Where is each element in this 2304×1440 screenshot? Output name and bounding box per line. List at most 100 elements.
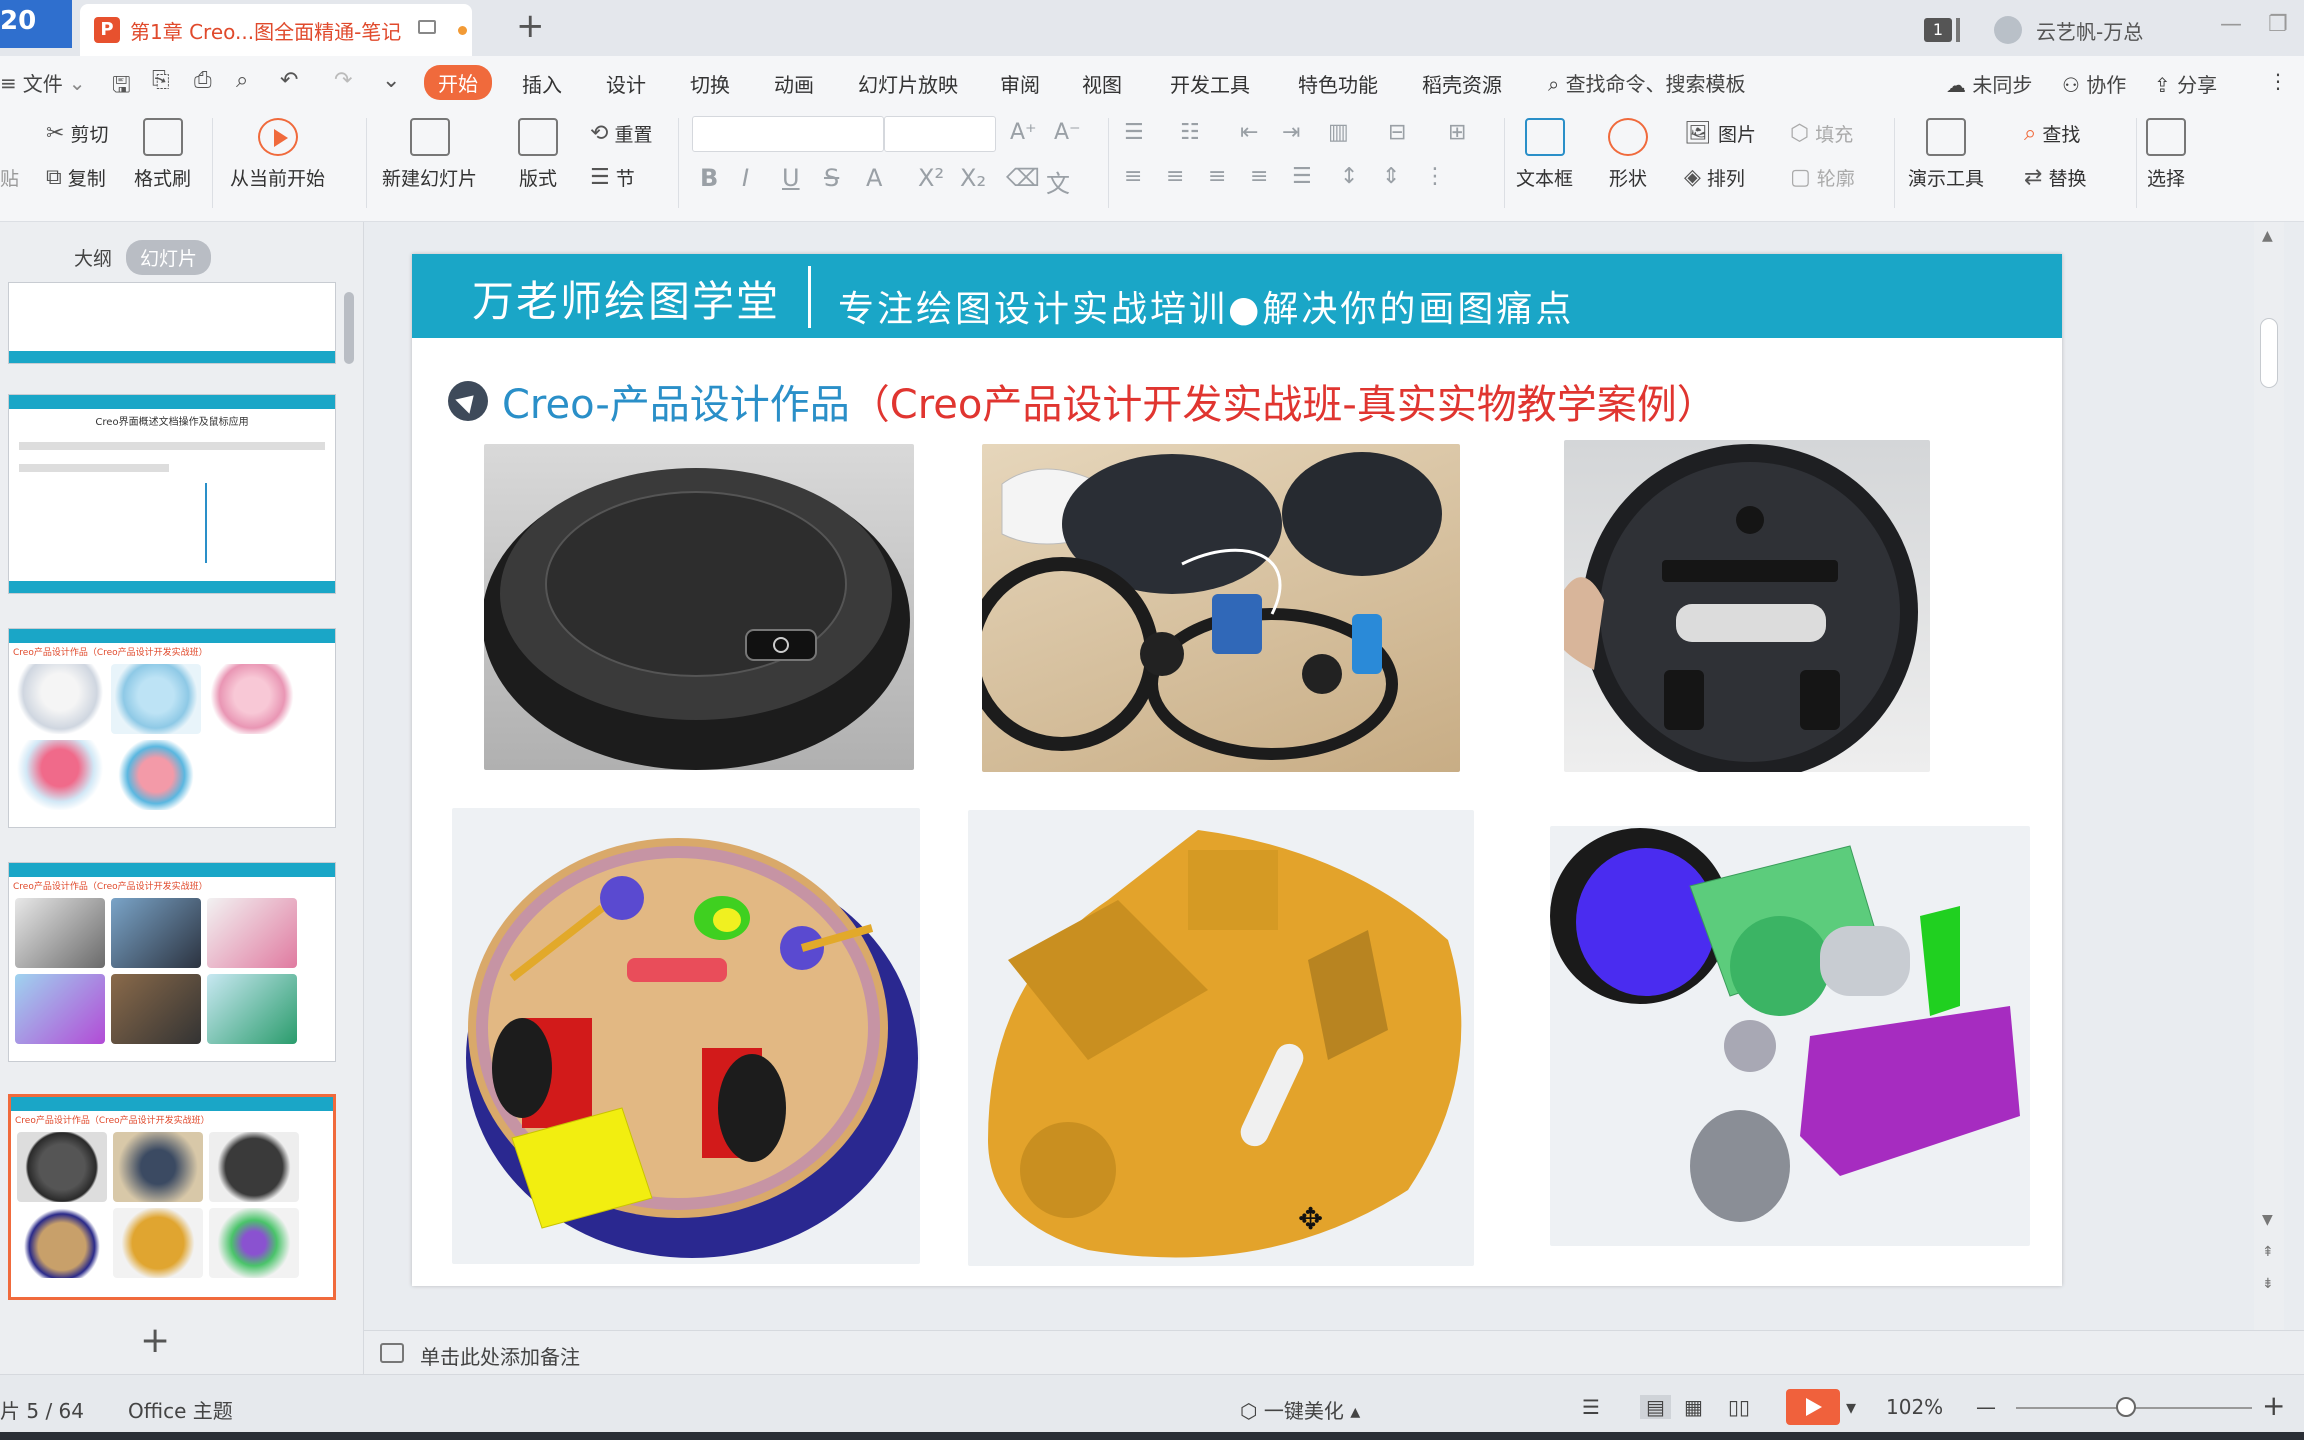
robot-vacuum-photo[interactable] bbox=[484, 444, 914, 770]
layout-button[interactable]: 版式 bbox=[518, 118, 558, 191]
print-preview-icon[interactable]: ⌕ bbox=[236, 68, 248, 93]
notes-pane[interactable]: 单击此处添加备注 bbox=[364, 1330, 2304, 1374]
paragraph-settings-icon[interactable]: ⋮ bbox=[1424, 164, 1446, 189]
decrease-indent-icon[interactable]: ⇤ bbox=[1240, 120, 1258, 145]
previous-slide-icon[interactable]: ⇞ bbox=[2262, 1244, 2274, 1260]
normal-view-icon[interactable]: ▤ bbox=[1640, 1395, 1671, 1419]
select-button[interactable]: 选择 bbox=[2146, 118, 2186, 191]
tab-transition[interactable]: 切换 bbox=[690, 69, 730, 98]
strikethrough-icon[interactable]: S bbox=[824, 164, 839, 192]
italic-icon[interactable]: I bbox=[742, 164, 749, 192]
slide-title[interactable]: Creo-产品设计作品 （Creo产品设计开发实战班-真实实物教学案例） bbox=[448, 372, 1717, 430]
panel-scrollbar[interactable] bbox=[344, 292, 354, 364]
scrollbar-thumb[interactable] bbox=[2260, 318, 2278, 388]
slideshow-play-button[interactable] bbox=[1786, 1389, 1840, 1425]
slide-vertical-scrollbar[interactable]: ▲ ▼ ⇞ ⇟ bbox=[2254, 222, 2284, 1330]
outline-button[interactable]: ▢ 轮廓 bbox=[1790, 164, 1855, 191]
replace-button[interactable]: ⇄ 替换 bbox=[2024, 164, 2086, 191]
increase-indent-icon[interactable]: ⇥ bbox=[1282, 120, 1300, 145]
phonetic-icon[interactable]: 文 bbox=[1046, 164, 1070, 199]
slide-thumbnail-5[interactable]: Creo产品设计作品（Creo产品设计开发实战班） bbox=[8, 1094, 336, 1300]
tab-developer[interactable]: 开发工具 bbox=[1170, 69, 1250, 98]
next-slide-icon[interactable]: ⇟ bbox=[2262, 1276, 2274, 1292]
bullets-icon[interactable]: ☰ bbox=[1124, 120, 1144, 145]
distribute-icon[interactable]: ☰ bbox=[1292, 164, 1312, 189]
zoom-out-icon[interactable]: — bbox=[1976, 1395, 1996, 1419]
underline-icon[interactable]: U bbox=[782, 164, 800, 192]
align-center-icon[interactable]: ≡ bbox=[1166, 164, 1184, 189]
tab-docer[interactable]: 稻壳资源 bbox=[1422, 69, 1502, 98]
tab-view[interactable]: 视图 bbox=[1082, 69, 1122, 98]
slide-thumbnail-2[interactable]: Creo界面概述文档操作及鼠标应用 bbox=[8, 394, 336, 594]
command-search[interactable]: ⌕ 查找命令、搜索模板 bbox=[1548, 68, 1746, 97]
copy-button[interactable]: ⧉ 复制 bbox=[46, 164, 106, 191]
user-name[interactable]: 云艺帆-万总 bbox=[2036, 16, 2143, 45]
tab-animation[interactable]: 动画 bbox=[774, 69, 814, 98]
format-painter-button[interactable]: 格式刷 bbox=[134, 118, 191, 191]
cut-button[interactable]: ✂ 剪切 bbox=[46, 120, 108, 147]
user-avatar[interactable] bbox=[1994, 16, 2022, 44]
sync-status[interactable]: ☁ 未同步 bbox=[1946, 69, 2032, 98]
superscript-icon[interactable]: X² bbox=[918, 164, 944, 192]
play-options-icon[interactable]: ▾ bbox=[1846, 1395, 1856, 1419]
add-slide-button[interactable]: + bbox=[140, 1320, 170, 1361]
align-left-icon[interactable]: ≡ bbox=[1124, 164, 1142, 189]
collaborate-button[interactable]: ⚇ 协作 bbox=[2062, 69, 2126, 98]
paste-button[interactable]: 贴 bbox=[0, 164, 19, 191]
zoom-level[interactable]: 102% bbox=[1886, 1395, 1943, 1419]
picture-button[interactable]: 🖼 图片 bbox=[1684, 120, 1756, 147]
new-tab-button[interactable]: + bbox=[516, 6, 545, 46]
find-button[interactable]: ⌕ 查找 bbox=[2024, 120, 2080, 147]
text-box-button[interactable]: 文本框 bbox=[1516, 118, 1573, 191]
line-spacing-icon[interactable]: ↕ bbox=[1340, 164, 1358, 189]
file-menu[interactable]: ≡ 文件 ⌄ bbox=[0, 68, 86, 97]
font-size-select[interactable] bbox=[884, 116, 996, 152]
subscript-icon[interactable]: X₂ bbox=[960, 164, 986, 192]
slide[interactable]: 万老师绘图学堂 专注绘图设计实战培训●解决你的画图痛点 Creo-产品设计作品 … bbox=[412, 254, 2062, 1286]
zoom-in-icon[interactable]: + bbox=[2262, 1389, 2285, 1422]
scroll-down-icon[interactable]: ▼ bbox=[2262, 1212, 2273, 1228]
font-family-select[interactable] bbox=[692, 116, 884, 152]
decrease-font-icon[interactable]: A⁻ bbox=[1054, 120, 1081, 145]
customize-toolbar-icon[interactable]: ⌄ bbox=[382, 68, 400, 93]
more-icon[interactable]: ⋮ bbox=[2268, 69, 2288, 93]
font-color-icon[interactable]: A bbox=[866, 164, 882, 192]
tab-screen-icon[interactable] bbox=[418, 20, 436, 34]
bold-icon[interactable]: B bbox=[700, 164, 718, 192]
reading-view-icon[interactable]: ▯▯ bbox=[1728, 1395, 1750, 1419]
present-tools-button[interactable]: 演示工具 bbox=[1908, 118, 1984, 191]
align-right-icon[interactable]: ≡ bbox=[1208, 164, 1226, 189]
slide-thumbnail-1[interactable] bbox=[8, 282, 336, 364]
tab-design[interactable]: 设计 bbox=[606, 69, 646, 98]
theme-name[interactable]: Office 主题 bbox=[128, 1395, 233, 1424]
justify-icon[interactable]: ≡ bbox=[1250, 164, 1268, 189]
arrange-button[interactable]: ◈ 排列 bbox=[1684, 164, 1745, 191]
align-text-icon[interactable]: ⊞ bbox=[1448, 120, 1466, 145]
app-badge[interactable]: 20 bbox=[0, 0, 72, 48]
slide-thumbnail-4[interactable]: Creo产品设计作品（Creo产品设计开发实战班） bbox=[8, 862, 336, 1062]
disassembled-parts-photo[interactable] bbox=[982, 444, 1460, 772]
reset-button[interactable]: ⟲ 重置 bbox=[590, 120, 652, 147]
tab-home[interactable]: 开始 bbox=[424, 65, 492, 100]
undo-icon[interactable]: ↶ bbox=[280, 68, 298, 93]
share-button[interactable]: ⇪ 分享 bbox=[2154, 69, 2217, 98]
zoom-slider-thumb[interactable] bbox=[2116, 1397, 2136, 1417]
slide-sorter-icon[interactable]: ▦ bbox=[1684, 1395, 1703, 1419]
notes-toggle-icon[interactable]: ☰ bbox=[1582, 1395, 1600, 1419]
cad-gear-render[interactable] bbox=[1550, 826, 2030, 1246]
clear-format-icon[interactable]: ⌫ bbox=[1006, 164, 1040, 192]
document-tab[interactable]: P 第1章 Creo...图全面精通-笔记 bbox=[80, 4, 472, 56]
cad-assembly-render[interactable] bbox=[452, 808, 920, 1264]
columns-icon[interactable]: ▥ bbox=[1328, 120, 1349, 145]
tab-insert[interactable]: 插入 bbox=[522, 69, 562, 98]
paragraph-spacing-icon[interactable]: ⇕ bbox=[1382, 164, 1400, 189]
section-button[interactable]: ☰ 节 bbox=[590, 164, 635, 191]
tab-outline[interactable]: 大纲 bbox=[60, 240, 126, 275]
tab-features[interactable]: 特色功能 bbox=[1298, 69, 1378, 98]
text-direction-icon[interactable]: ⊟ bbox=[1388, 120, 1406, 145]
shape-button[interactable]: 形状 bbox=[1608, 118, 1648, 191]
fill-button[interactable]: ⬡ 填充 bbox=[1790, 120, 1853, 147]
window-count-badge[interactable]: 1 bbox=[1924, 18, 1952, 42]
cad-base-render[interactable] bbox=[968, 810, 1474, 1266]
save-icon[interactable]: 🖫 bbox=[112, 68, 131, 106]
